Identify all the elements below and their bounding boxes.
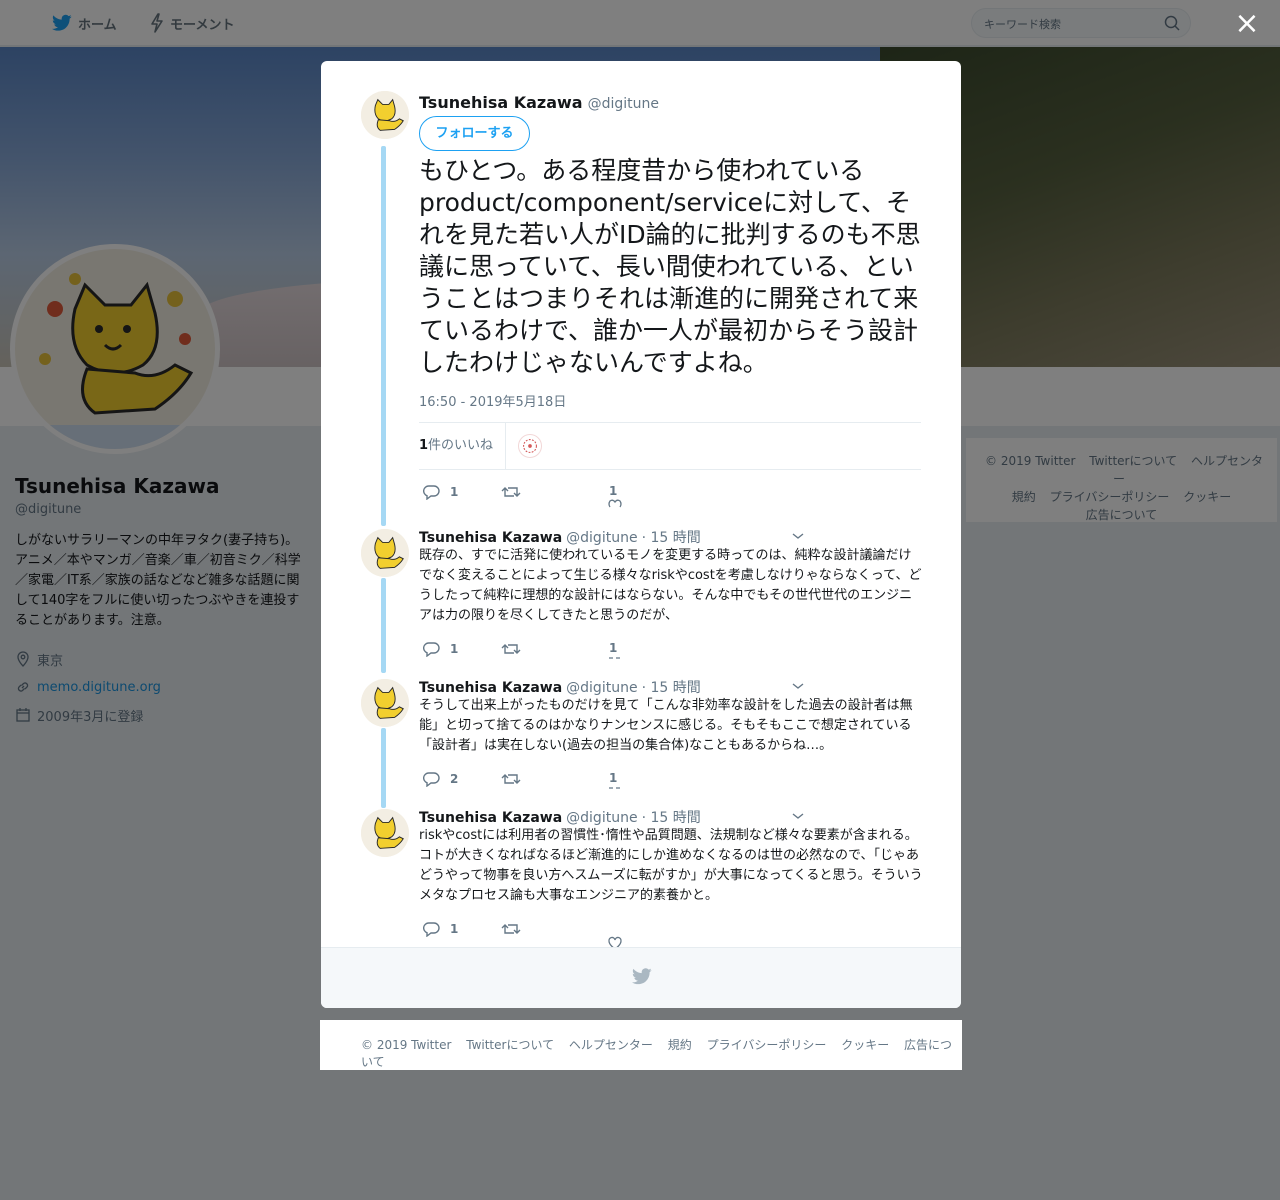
likes-count: 1 [419,438,429,453]
reply-count: 1 [450,922,459,936]
footer-terms[interactable]: 規約 [668,1038,692,1052]
retweet-icon [501,487,521,497]
like-count: 1 [609,771,618,785]
chevron-down-icon[interactable] [791,811,805,821]
reply-author-avatar[interactable] [361,809,409,857]
reply-author-name[interactable]: Tsunehisa Kazawa [419,530,562,546]
reply-icon [423,772,440,787]
liker-avatar-image [523,439,538,453]
like-count: 1 [609,484,618,498]
like-button[interactable]: 1 [607,771,623,791]
heart-icon [609,657,620,659]
likes-count-link[interactable]: 1件のいいね [419,423,507,469]
reply-text: riskやcostには利用者の習慣性･惰性や品質問題、法規制など様々な要素が含ま… [419,828,923,903]
thread-line [381,578,386,673]
main-tweet-author-name[interactable]: Tsunehisa Kazawa [419,93,583,112]
reply-author-handle[interactable]: @digitune [566,810,637,826]
reply-header: Tsunehisa Kazawa @digitune · 15 時間 [419,677,919,697]
reply-icon [423,485,440,500]
reply-button[interactable]: 1 [423,921,458,937]
footer-privacy[interactable]: プライバシーポリシー [707,1038,827,1052]
main-tweet-author-handle[interactable]: @digitune [588,96,659,112]
close-icon[interactable]: × [1234,9,1260,39]
reply-icon [423,642,440,657]
footer-about[interactable]: Twitterについて [466,1038,554,1052]
reply-button[interactable]: 1 [423,641,458,657]
reply-header: Tsunehisa Kazawa @digitune · 15 時間 [419,527,919,547]
liker-avatar[interactable] [518,434,543,458]
main-tweet-timestamp[interactable]: 16:50 - 2019年5月18日 [419,391,566,410]
retweet-icon [501,774,521,784]
retweet-button[interactable] [501,484,521,500]
cat-avatar-image [361,679,409,727]
reply-actions: 1 1 [419,641,921,665]
retweet-button[interactable] [501,771,521,787]
reply-text: そうして出来上がったものだけを見て「こんな非効率な設計をした過去の設計者は無能」… [419,698,913,753]
main-tweet-actions: 1 1 [419,484,921,508]
reply-time[interactable]: · 15 時間 [642,677,701,697]
like-button[interactable]: 1 [607,641,623,661]
cat-avatar-image [361,529,409,577]
retweet-button[interactable] [501,921,521,937]
cat-avatar-image [361,809,409,857]
reply-icon [423,922,440,937]
main-tweet-stats: 1件のいいね [419,422,921,470]
modal-footer [321,947,961,1008]
heart-icon [608,499,622,508]
reply-count: 2 [450,772,459,786]
reply-header: Tsunehisa Kazawa @digitune · 15 時間 [419,807,919,827]
thread-line [381,146,386,526]
chevron-down-icon[interactable] [791,531,805,541]
likes-label: 件のいいね [428,438,494,453]
twitter-bird-icon [632,968,652,985]
cat-avatar-image [361,91,409,139]
retweet-icon [501,644,521,654]
footer-help[interactable]: ヘルプセンター [569,1038,653,1052]
thread-line [381,728,386,808]
footer-copyright: © 2019 Twitter [361,1038,452,1052]
retweet-button[interactable] [501,641,521,657]
retweet-icon [501,924,521,934]
main-tweet-header: Tsunehisa Kazawa @digitune [419,93,659,112]
reply-text: 既存の、すでに活発に使われているモノを変更する時ってのは、純粋な設計議論だけでな… [419,548,922,623]
footer-cookies[interactable]: クッキー [841,1038,889,1052]
follow-button[interactable]: フォローする [419,116,530,151]
reply-author-name[interactable]: Tsunehisa Kazawa [419,680,562,696]
reply-author-handle[interactable]: @digitune [566,680,637,696]
reply-author-avatar[interactable] [361,529,409,577]
reply-author-avatar[interactable] [361,679,409,727]
reply-author-handle[interactable]: @digitune [566,530,637,546]
chevron-down-icon[interactable] [791,681,805,691]
modal-bottom-footer: © 2019 Twitter Twitterについて ヘルプセンター 規約 プラ… [320,1020,962,1070]
reply-button[interactable]: 1 [423,484,458,500]
like-button[interactable]: 1 [607,484,623,508]
heart-icon [609,787,620,789]
reply-actions: 1 [419,921,921,950]
reply-button[interactable]: 2 [423,771,458,787]
tweet-permalink-modal: Tsunehisa Kazawa @digitune フォローする もひとつ。あ… [321,61,961,1008]
reply-author-name[interactable]: Tsunehisa Kazawa [419,810,562,826]
reply-time[interactable]: · 15 時間 [642,527,701,547]
main-tweet-text: もひとつ。ある程度昔から使われているproduct/component/serv… [419,156,921,377]
reply-actions: 2 1 [419,771,921,795]
like-count: 1 [609,641,618,655]
reply-time[interactable]: · 15 時間 [642,807,701,827]
reply-count: 1 [450,642,459,656]
tweet-author-avatar[interactable] [361,91,409,139]
reply-count: 1 [450,485,459,499]
